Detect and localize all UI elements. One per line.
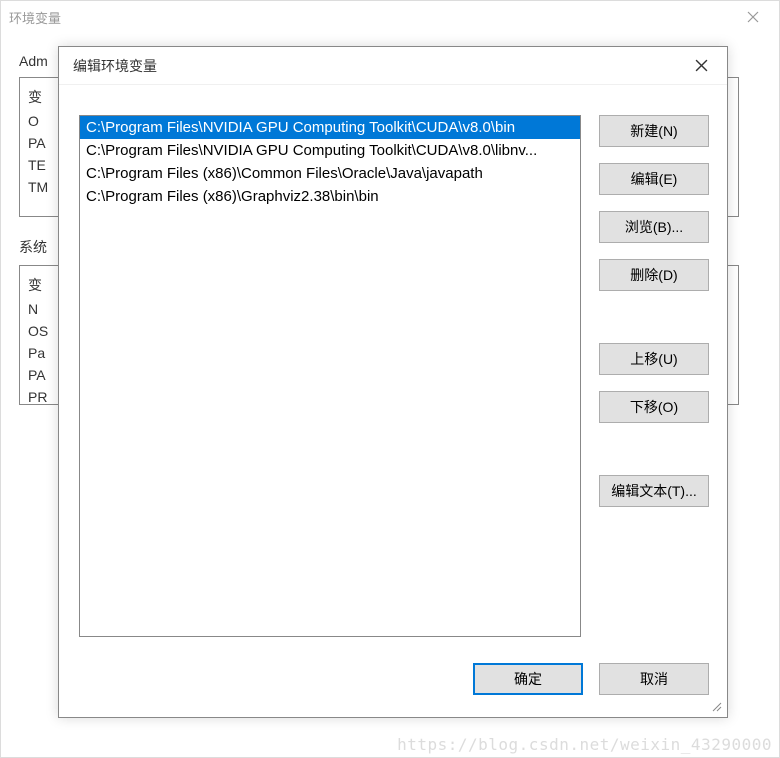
path-item[interactable]: C:\Program Files (x86)\Common Files\Orac…: [80, 162, 580, 185]
outer-title: 环境变量: [9, 8, 731, 27]
spacer: [599, 439, 709, 459]
cancel-button[interactable]: 取消: [599, 663, 709, 695]
movedown-button[interactable]: 下移(O): [599, 391, 709, 423]
edit-button[interactable]: 编辑(E): [599, 163, 709, 195]
path-item[interactable]: C:\Program Files\NVIDIA GPU Computing To…: [80, 116, 580, 139]
inner-titlebar: 编辑环境变量: [59, 47, 727, 85]
outer-titlebar: 环境变量: [1, 1, 779, 33]
resize-grip-icon[interactable]: [711, 701, 723, 713]
path-item[interactable]: C:\Program Files (x86)\Graphviz2.38\bin\…: [80, 185, 580, 208]
spacer: [599, 307, 709, 327]
edit-env-var-dialog: 编辑环境变量 C:\Program Files\NVIDIA GPU Compu…: [58, 46, 728, 718]
edittext-button[interactable]: 编辑文本(T)...: [599, 475, 709, 507]
outer-close-button[interactable]: [731, 3, 775, 31]
moveup-button[interactable]: 上移(U): [599, 343, 709, 375]
delete-button[interactable]: 删除(D): [599, 259, 709, 291]
close-icon: [747, 11, 759, 23]
dialog-close-button[interactable]: [679, 50, 723, 82]
close-icon: [695, 59, 708, 72]
dialog-footer: 确定 取消: [59, 663, 727, 717]
browse-button[interactable]: 浏览(B)...: [599, 211, 709, 243]
dialog-content: C:\Program Files\NVIDIA GPU Computing To…: [59, 85, 727, 663]
ok-button[interactable]: 确定: [473, 663, 583, 695]
path-item[interactable]: C:\Program Files\NVIDIA GPU Computing To…: [80, 139, 580, 162]
dialog-title: 编辑环境变量: [73, 56, 679, 76]
button-column: 新建(N) 编辑(E) 浏览(B)... 删除(D) 上移(U) 下移(O) 编…: [599, 115, 709, 645]
watermark: https://blog.csdn.net/weixin_43290000: [397, 735, 772, 754]
path-list[interactable]: C:\Program Files\NVIDIA GPU Computing To…: [79, 115, 581, 637]
new-button[interactable]: 新建(N): [599, 115, 709, 147]
